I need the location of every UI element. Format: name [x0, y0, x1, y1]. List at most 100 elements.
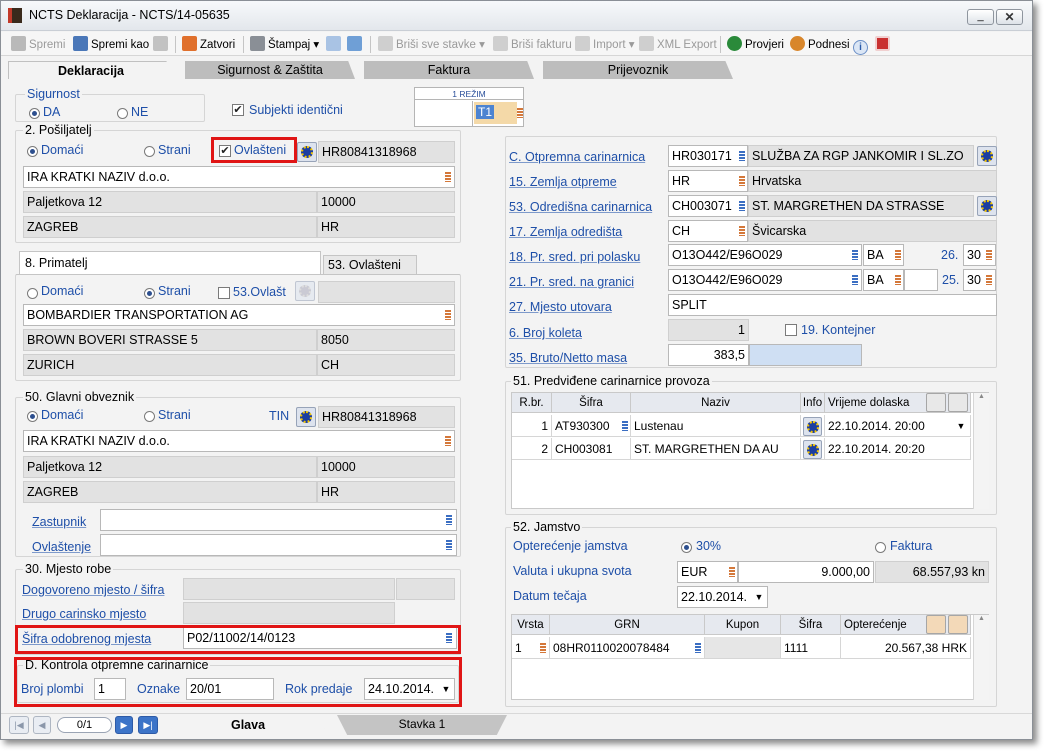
rezim-value-cell[interactable]: T1 [474, 102, 517, 124]
kontejner-checkbox[interactable] [785, 324, 797, 336]
opt30-radio[interactable] [681, 542, 692, 553]
faktura-radio[interactable] [875, 542, 886, 553]
dogovoreno-label[interactable]: Dogovoreno mjesto / šifra [22, 583, 164, 597]
close-button[interactable]: ✕ [996, 9, 1023, 25]
odredisna-sifra-field[interactable]: CH003071 [668, 195, 748, 217]
provoz-row2-sifra[interactable]: CH003081 [552, 438, 631, 460]
polazak-field[interactable]: O13O442/E96O029 [668, 244, 862, 266]
posiljatelj-adresa-field[interactable]: Paljetkova 12 [23, 191, 317, 213]
obveznik-grad-field[interactable]: ZAGREB [23, 481, 317, 503]
posiljatelj-eu-icon[interactable] [297, 142, 317, 162]
granica-label[interactable]: 21. Pr. sred. na granici [509, 275, 634, 289]
prev-record-button[interactable]: ◀ [33, 716, 51, 734]
primatelj-postanski-field[interactable]: 8050 [317, 329, 455, 351]
utovar-field[interactable]: SPLIT [668, 294, 997, 316]
provjeri-button[interactable]: Provjeri [727, 36, 784, 53]
jamstvo-row1-vrsta-lookup-icon[interactable] [540, 643, 546, 653]
zemlja-odredista-label[interactable]: 17. Zemlja odredišta [509, 225, 622, 239]
primatelj-naziv-lookup-icon[interactable] [445, 310, 451, 320]
obveznik-adresa-field[interactable]: Paljetkova 12 [23, 456, 317, 478]
jamstvo-row1-kupon[interactable] [705, 637, 781, 659]
primatelj-strani-radio[interactable] [144, 288, 155, 299]
exit-button[interactable] [875, 36, 893, 53]
valuta-lookup-icon[interactable] [729, 567, 735, 577]
jamstvo-row1-sifra[interactable]: 1111 [781, 637, 841, 659]
otpremna-label[interactable]: C. Otpremna carinarnica [509, 150, 645, 164]
jamstvo-header-grn[interactable]: GRN [550, 615, 705, 635]
document-button[interactable] [347, 36, 365, 53]
primatelj-domaci-radio[interactable] [27, 288, 38, 299]
jamstvo-header-vrsta[interactable]: Vrsta [512, 615, 550, 635]
primatelj-grad-field[interactable]: ZURICH [23, 354, 317, 376]
provoz-row2-vrijeme[interactable]: 22.10.2014. 20:20 [825, 438, 971, 460]
first-record-button[interactable]: |◀ [9, 716, 29, 734]
save-all-button[interactable] [153, 36, 171, 53]
obveznik-eu-icon[interactable] [296, 407, 316, 427]
polazak-lookup-icon[interactable] [852, 250, 858, 260]
zastupnik-lookup-icon[interactable] [446, 515, 452, 525]
obveznik-drzava-field[interactable]: HR [317, 481, 455, 503]
ovlastenje-lookup-icon[interactable] [446, 540, 452, 550]
provoz-row1-naziv[interactable]: Lustenau [631, 415, 801, 437]
jamstvo-header-sifra[interactable]: Šifra [781, 615, 841, 635]
spremi-kao-button[interactable]: Spremi kao [73, 36, 149, 53]
provoz-row1-lookup-icon[interactable] [622, 421, 628, 431]
dogovoreno-sifra-field[interactable] [396, 578, 455, 600]
provoz-row2-rb[interactable]: 2 [512, 438, 552, 460]
odredisna-label[interactable]: 53. Odredišna carinarnica [509, 200, 652, 214]
provoz-row1-rb[interactable]: 1 [512, 415, 552, 437]
provoz-header-naziv[interactable]: Naziv [631, 393, 801, 413]
bruto-masa-field[interactable]: 383,5 [668, 344, 749, 366]
tab-glava[interactable]: Glava [163, 715, 333, 737]
primatelj-drzava-field[interactable]: CH [317, 354, 455, 376]
jamstvo-row1-grn-lookup-icon[interactable] [695, 643, 701, 653]
posiljatelj-id-field[interactable]: HR80841318968 [318, 141, 455, 163]
ovlastenje-field[interactable] [100, 534, 457, 556]
provoz-header-sifra[interactable]: Šifra [552, 393, 631, 413]
subjekti-checkbox[interactable]: ✔ [232, 104, 244, 116]
ovlasteni-53-tab[interactable]: 53. Ovlašteni [323, 255, 417, 275]
posiljatelj-naziv-lookup-icon[interactable] [445, 172, 451, 182]
primatelj-ovlast-checkbox[interactable] [218, 287, 230, 299]
rezim-lookup-icon[interactable] [517, 108, 523, 118]
provoz-row1-vrijeme[interactable]: 22.10.2014. 20:00 [825, 415, 971, 437]
obveznik-domaci-radio[interactable] [27, 411, 38, 422]
zemlja-otpreme-lookup-icon[interactable] [739, 176, 745, 186]
preview-button[interactable] [326, 36, 344, 53]
granica-lookup-icon[interactable] [852, 275, 858, 285]
posiljatelj-postanski-field[interactable]: 10000 [317, 191, 455, 213]
next-record-button[interactable]: ▶ [115, 716, 133, 734]
jamstvo-scrollbar[interactable]: ▲ [973, 615, 989, 700]
zatvori-button[interactable]: Zatvori [182, 36, 235, 53]
obveznik-id-field[interactable]: HR80841318968 [318, 406, 455, 428]
tab-prijevoznik[interactable]: Prijevoznik [543, 61, 733, 79]
provoz-row2-naziv[interactable]: ST. MARGRETHEN DA AU [631, 438, 801, 460]
otpremna-lookup-icon[interactable] [739, 151, 745, 161]
tab-stavka-1[interactable]: Stavka 1 [337, 715, 507, 735]
delete-row-icon[interactable] [948, 393, 968, 412]
obveznik-naziv-lookup-icon[interactable] [445, 436, 451, 446]
primatelj-tab[interactable]: 8. Primatelj [19, 251, 321, 275]
sigurnost-ne-radio[interactable] [117, 108, 128, 119]
provoz-header-info[interactable]: Info [801, 393, 825, 413]
odredisna-eu-icon[interactable] [977, 196, 997, 216]
primatelj-id-field[interactable] [318, 281, 455, 303]
polazak-drzava-lookup-icon[interactable] [895, 250, 901, 260]
minimize-button[interactable]: _ [967, 9, 994, 25]
posiljatelj-drzava-field[interactable]: HR [317, 216, 455, 238]
obveznik-naziv-field[interactable]: IRA KRATKI NAZIV d.o.o. [23, 430, 455, 452]
sigurnost-da-radio[interactable] [29, 108, 40, 119]
stampaj-button[interactable]: Štampaj ▾ [250, 36, 319, 53]
jamstvo-add-row-icon[interactable] [926, 615, 946, 634]
brisi-fakturu-button[interactable]: Briši fakturu [493, 36, 572, 53]
spremi-button[interactable]: Spremi [11, 36, 65, 53]
posiljatelj-domaci-radio[interactable] [27, 146, 38, 157]
last-record-button[interactable]: ▶| [138, 716, 158, 734]
posiljatelj-strani-radio[interactable] [144, 146, 155, 157]
primatelj-eu-icon[interactable] [295, 281, 315, 301]
brisi-stavke-button[interactable]: Briši sve stavke ▾ [378, 36, 485, 53]
zastupnik-label[interactable]: Zastupnik [32, 515, 86, 529]
svota-field[interactable]: 9.000,00 [738, 561, 874, 583]
posiljatelj-grad-field[interactable]: ZAGREB [23, 216, 317, 238]
datum-dropdown-icon[interactable]: ▼ [752, 588, 766, 606]
